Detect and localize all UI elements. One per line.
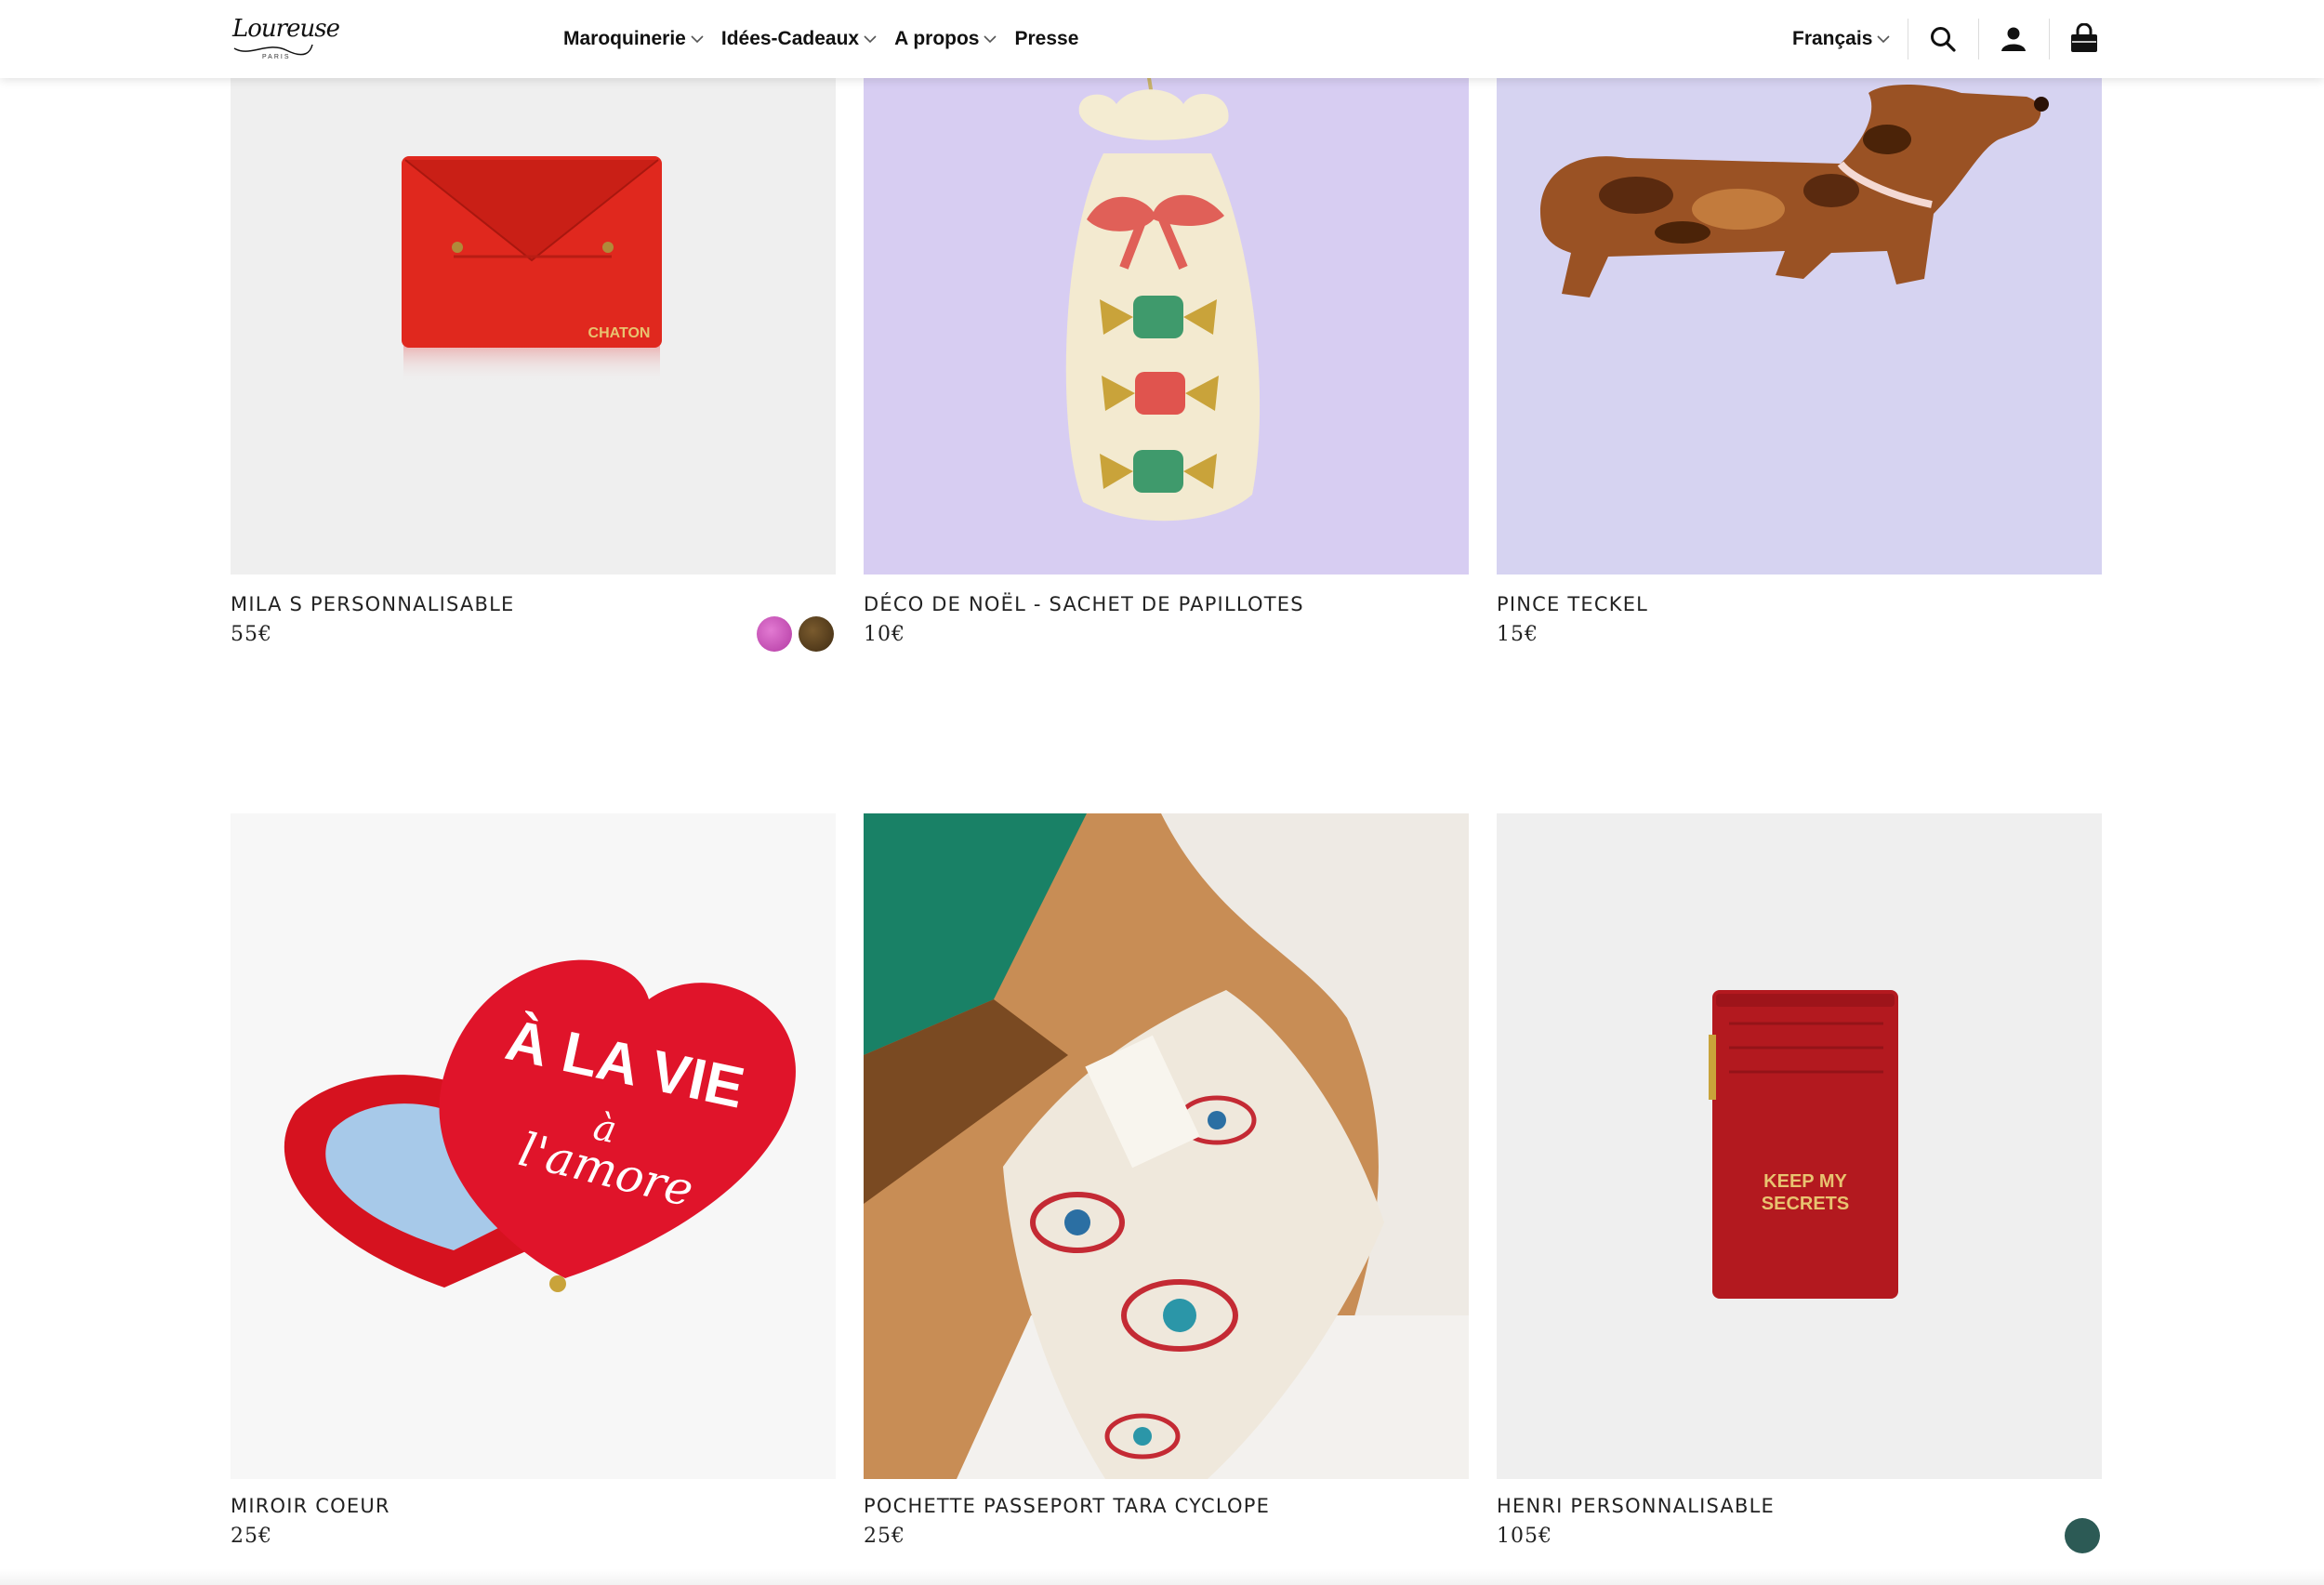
site-header: Loureuse PARIS Maroquinerie Idées-Cadeau… — [0, 0, 2324, 78]
chevron-down-icon — [984, 35, 997, 44]
wallet-text-line2: SECRETS — [1762, 1194, 1849, 1214]
chevron-down-icon — [864, 35, 877, 44]
red-card-wallet-image: KEEP MY SECRETS — [1709, 990, 1898, 1299]
heart-mirror-image: À LA VIE à l'amore — [284, 959, 796, 1292]
color-swatch-green[interactable] — [2065, 1518, 2100, 1553]
product-name[interactable]: HENRI PERSONNALISABLE — [1497, 1495, 1775, 1517]
logo[interactable]: Loureuse PARIS — [231, 13, 340, 65]
product-image[interactable]: À LA VIE à l'amore — [231, 813, 836, 1479]
language-label: Français — [1792, 28, 1873, 49]
product-name[interactable]: PINCE TECKEL — [1497, 593, 1648, 615]
product-name[interactable]: DÉCO DE NOËL - SACHET DE PAPILLOTES — [864, 593, 1304, 615]
product-price: 25€ — [864, 1525, 905, 1548]
divider — [1978, 19, 1979, 59]
nav-item-label: A propos — [894, 28, 980, 49]
cart-icon[interactable] — [2066, 20, 2103, 58]
product-price: 105€ — [1497, 1525, 1552, 1548]
nav-item-a-propos[interactable]: A propos — [894, 28, 997, 50]
product-image[interactable]: KEEP MY SECRETS — [1497, 813, 2102, 1479]
product-name[interactable]: POCHETTE PASSEPORT TARA CYCLOPE — [864, 1495, 1270, 1517]
red-card-holder-image: CHATON — [402, 156, 662, 383]
nav-item-idees-cadeaux[interactable]: Idées-Cadeaux — [721, 28, 877, 50]
nav-item-label: Maroquinerie — [563, 28, 686, 49]
product-price: 15€ — [1497, 623, 1538, 646]
engraving-text: CHATON — [588, 325, 651, 341]
language-selector[interactable]: Français — [1792, 0, 1890, 78]
nav-item-label: Presse — [1014, 28, 1079, 49]
product-price: 25€ — [231, 1525, 272, 1548]
chevron-down-icon — [1877, 35, 1890, 44]
main-nav: Maroquinerie Idées-Cadeaux A propos Pres… — [563, 0, 1096, 78]
product-price: 55€ — [231, 623, 272, 646]
nav-item-maroquinerie[interactable]: Maroquinerie — [563, 28, 704, 50]
nav-item-presse[interactable]: Presse — [1014, 28, 1078, 50]
product-name[interactable]: MILA S PERSONNALISABLE — [231, 593, 514, 615]
christmas-ornament-image — [1065, 0, 1261, 522]
search-icon[interactable] — [1924, 20, 1961, 58]
divider — [2049, 19, 2050, 59]
product-image[interactable] — [1497, 0, 2102, 575]
product-image[interactable] — [864, 0, 1469, 575]
wallet-text-line1: KEEP MY — [1763, 1171, 1847, 1192]
dachshund-hair-clip-image — [1539, 84, 2049, 297]
logo-subtitle: PARIS — [262, 54, 291, 60]
nav-item-label: Idées-Cadeaux — [720, 28, 860, 49]
bottom-fade — [0, 1569, 2324, 1585]
color-swatch-pink[interactable] — [757, 616, 792, 652]
account-icon[interactable] — [1995, 20, 2032, 58]
product-name[interactable]: MIROIR COEUR — [231, 1495, 390, 1517]
chevron-down-icon — [691, 35, 704, 44]
product-image[interactable] — [864, 813, 1469, 1479]
product-image[interactable]: CHATON — [231, 0, 836, 575]
product-price: 10€ — [864, 623, 905, 646]
passport-pouch-image — [864, 813, 1469, 1479]
color-swatch-brown[interactable] — [799, 616, 834, 652]
